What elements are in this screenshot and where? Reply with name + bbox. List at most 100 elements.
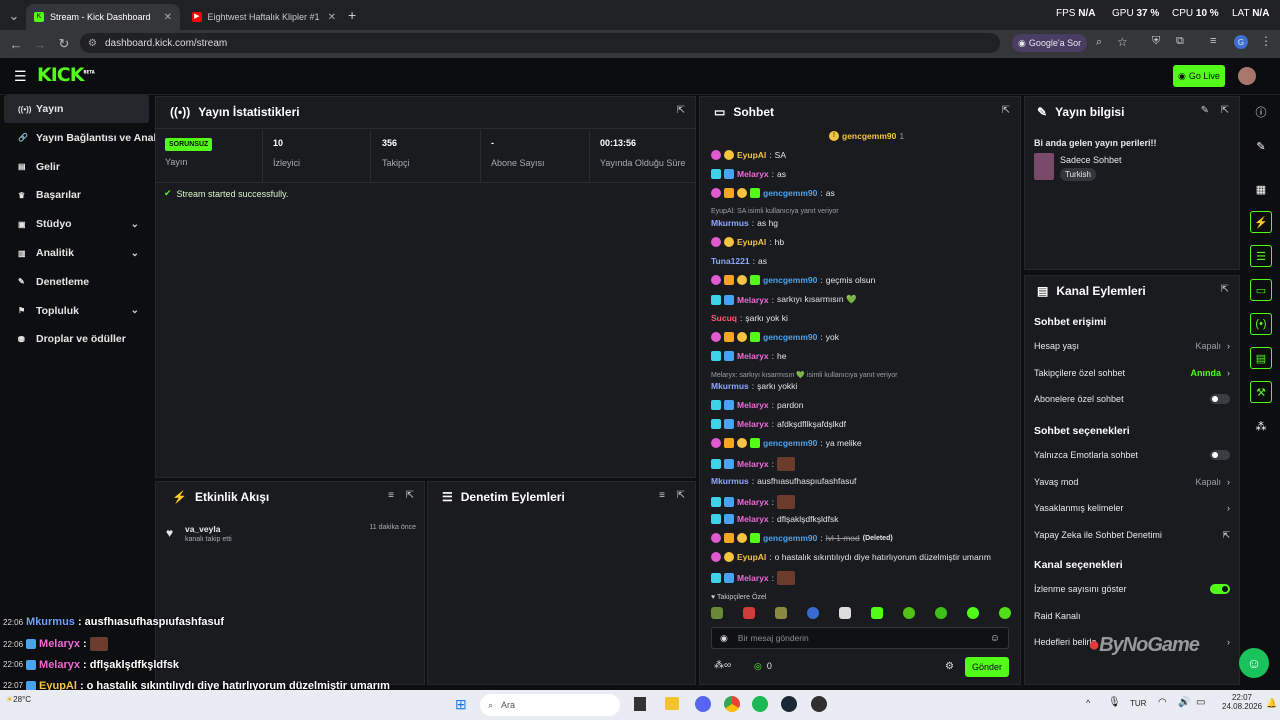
zoom-icon[interactable]: ⌕ — [1096, 36, 1102, 49]
chat-message[interactable]: Melaryx: — [711, 457, 798, 471]
chat-message[interactable]: gencgemm90: yok — [711, 332, 839, 342]
chat-username[interactable]: gencgemm90 — [763, 188, 817, 198]
stream-tag[interactable]: Turkish — [1060, 168, 1096, 181]
clock[interactable]: 22:07 24.08.2026 — [1222, 693, 1262, 711]
chat-message[interactable]: Melaryx: he — [711, 351, 787, 361]
lightning-icon[interactable]: ⚡ — [1250, 211, 1272, 233]
channel-setting-row[interactable]: Yavaş mod Kapalı › — [1034, 477, 1230, 487]
chat-username[interactable]: Melaryx — [737, 497, 769, 507]
media-icon[interactable]: ≡ — [1210, 35, 1216, 47]
emote-icon[interactable] — [775, 607, 787, 619]
emote-icon[interactable] — [743, 607, 755, 619]
obs-icon[interactable] — [811, 696, 827, 712]
close-tab-icon[interactable]: ✕ — [328, 12, 336, 23]
setting-toggle[interactable] — [1210, 450, 1230, 460]
list-icon[interactable]: ☰ — [1250, 245, 1272, 267]
chat-message[interactable]: Melaryx: pardon — [711, 400, 804, 410]
tab-list-icon[interactable]: ⌄ — [2, 8, 26, 24]
channel-setting-row[interactable]: Yasaklanmış kelimeler › — [1034, 503, 1230, 513]
hamburger-menu-icon[interactable]: ☰ — [14, 68, 27, 85]
chat-username[interactable]: Mkurmus — [711, 381, 749, 391]
channel-setting-row[interactable]: Raid Kanalı — [1034, 611, 1230, 621]
channel-setting-row[interactable]: Yalnızca Emotlarla sohbet — [1034, 450, 1230, 460]
channel-setting-row[interactable]: Abonelere özel sohbet — [1034, 394, 1230, 404]
chat-username[interactable]: Melaryx — [737, 351, 769, 361]
stream-category[interactable]: Sadece Sohbet — [1060, 155, 1122, 165]
chat-message[interactable]: gencgemm90: as — [711, 188, 835, 198]
channel-setting-row[interactable]: Takipçilere özel sohbet Anında › — [1034, 368, 1230, 378]
channel-points[interactable]: ◎ 0 — [754, 661, 772, 672]
channel-setting-row[interactable]: Hesap yaşı Kapalı › — [1034, 341, 1230, 351]
support-chat-icon[interactable]: ☺ — [1239, 648, 1269, 678]
battery-icon[interactable]: ▭ — [1196, 697, 1205, 708]
send-button[interactable]: Gönder — [965, 657, 1009, 677]
spotify-icon[interactable] — [752, 696, 768, 712]
language-indicator[interactable]: TUR — [1130, 699, 1146, 708]
kick-logo[interactable]: KICKBETA — [37, 64, 95, 86]
chat-username[interactable]: EyupAl — [737, 237, 766, 247]
chat-message[interactable]: EyupAl: SA — [711, 150, 786, 160]
chat-input[interactable]: ◉ Bir mesaj gönderin ☺ — [711, 627, 1009, 649]
windows-start-icon[interactable]: ⊞ — [455, 696, 467, 713]
wrench-icon[interactable]: ⚒ — [1250, 381, 1272, 403]
broadcast-icon[interactable]: (•) — [1250, 313, 1272, 335]
bookmark-star-icon[interactable]: ☆ — [1117, 35, 1128, 49]
info-icon[interactable]: ⓘ — [1250, 101, 1272, 123]
chat-message[interactable]: gencgemm90: geçmis olsun — [711, 275, 875, 285]
chat-message[interactable]: Mkurmus: şarkı yokki — [711, 381, 797, 391]
setting-toggle[interactable] — [1210, 584, 1230, 594]
discord-icon[interactable] — [695, 696, 711, 712]
sidebar-item[interactable]: 🔗 Yayın Bağlantısı ve Anahtar — [4, 124, 173, 152]
chevron-right-icon[interactable]: › — [1227, 503, 1230, 513]
emote-icon[interactable] — [711, 607, 723, 619]
edit-icon[interactable]: ✎ — [1250, 135, 1272, 157]
chat-icon[interactable]: ▭ — [1250, 279, 1272, 301]
chat-message[interactable]: gencgemm90: ya melike — [711, 438, 862, 448]
emote-icon[interactable] — [903, 607, 915, 619]
site-info-icon[interactable]: ⚙ — [88, 38, 97, 49]
microphone-icon[interactable]: 🎙 — [1108, 697, 1121, 708]
sidebar-item[interactable]: ⚑ Topluluk ⌄ — [4, 297, 149, 325]
notification-icon[interactable]: 🔔 — [1266, 698, 1277, 709]
forward-icon[interactable]: → — [28, 37, 52, 52]
chevron-down-icon[interactable]: ⌄ — [131, 305, 139, 316]
new-tab-icon[interactable]: + — [348, 7, 356, 23]
chat-username[interactable]: Mkurmus — [711, 218, 749, 228]
setting-toggle[interactable] — [1210, 394, 1230, 404]
chat-message[interactable]: EyupAl: hb — [711, 237, 784, 247]
file-explorer-icon[interactable] — [665, 697, 679, 710]
wifi-icon[interactable]: ◠ — [1158, 697, 1167, 708]
chat-message[interactable]: Melaryx: sarkıyı kısarmısın 💚 — [711, 294, 857, 305]
emote-icon[interactable] — [807, 607, 819, 619]
address-bar[interactable]: ⚙ dashboard.kick.com/stream — [80, 33, 1000, 53]
chat-username[interactable]: EyupAl — [737, 552, 766, 562]
tray-overflow-icon[interactable]: ^ — [1086, 698, 1090, 708]
external-link-icon[interactable]: ⇱ — [1222, 530, 1230, 541]
weather-widget[interactable]: ☀28°C — [6, 695, 31, 704]
filter-icon[interactable]: ≡ — [659, 490, 665, 501]
user-avatar[interactable] — [1238, 67, 1256, 85]
steam-icon[interactable] — [781, 696, 797, 712]
chevron-down-icon[interactable]: ⌄ — [131, 248, 139, 259]
chat-message[interactable]: Mkurmus: ausfhıasufhaspıufashfasuf — [711, 476, 856, 486]
chat-username[interactable]: Melaryx — [737, 295, 769, 305]
emote-icon[interactable] — [935, 607, 947, 619]
chevron-down-icon[interactable]: ⌄ — [131, 219, 139, 230]
layout-icon[interactable]: ▦ — [1250, 178, 1272, 200]
infinity-points-icon[interactable]: ⁂∞ — [714, 660, 731, 671]
chat-username[interactable]: Melaryx — [737, 419, 769, 429]
emote-icon[interactable] — [871, 607, 883, 619]
channel-icon[interactable]: ▤ — [1250, 347, 1272, 369]
shield-icon[interactable]: ⛨ — [1152, 35, 1160, 48]
chat-message[interactable]: Sucuq: şarkı yok ki — [711, 313, 788, 323]
chat-username[interactable]: gencgemm90 — [763, 533, 817, 543]
popout-icon[interactable]: ⇱ — [1002, 105, 1010, 116]
chat-username[interactable]: Tuna1221 — [711, 256, 750, 266]
emote-icon[interactable] — [999, 607, 1011, 619]
channel-setting-row[interactable]: İzlenme sayısını göster — [1034, 584, 1230, 594]
volume-icon[interactable]: 🔊 — [1178, 697, 1190, 708]
chat-message[interactable]: Melaryx: — [711, 495, 798, 509]
edit-icon[interactable]: ✎ — [1201, 105, 1209, 116]
extensions-icon[interactable]: ⧉ — [1176, 35, 1184, 48]
sidebar-item[interactable]: ▣ Stüdyo ⌄ — [4, 210, 149, 238]
